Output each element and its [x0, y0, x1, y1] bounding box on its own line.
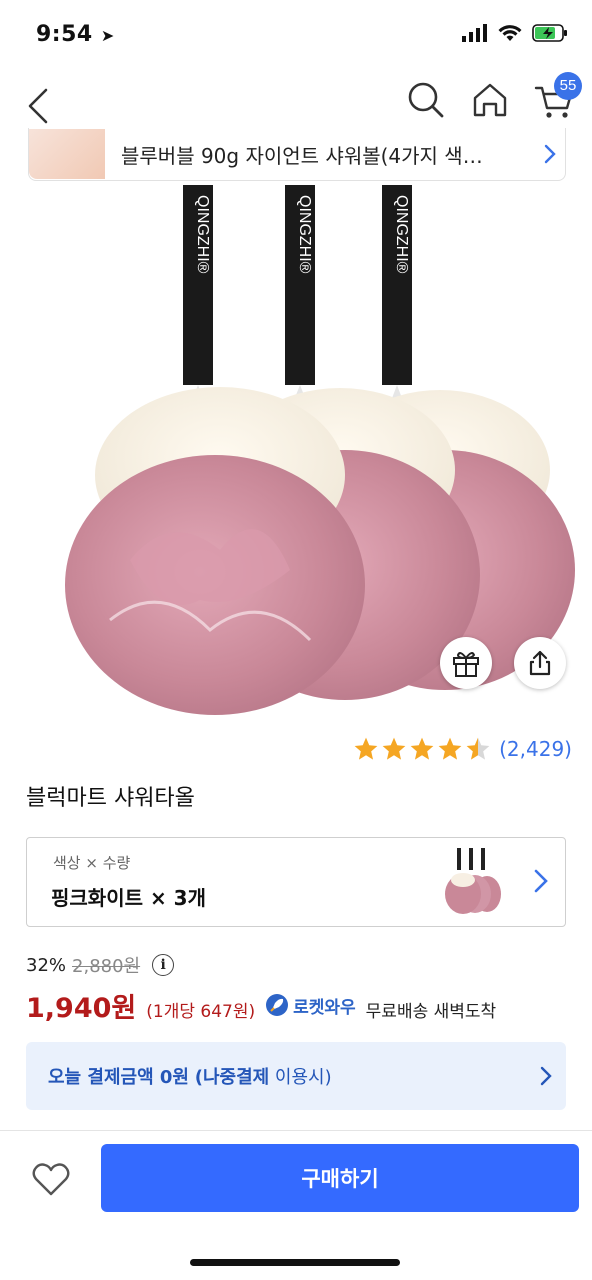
home-button[interactable] — [470, 80, 510, 124]
rocket-wow-label: 로켓와우 — [293, 997, 356, 1018]
status-time-text: 9:54 — [36, 22, 93, 47]
sale-price: 1,940원 — [26, 993, 137, 1024]
discount-row: 32% 2,880원 i — [26, 952, 175, 978]
option-value: 핑크화이트 × 3개 — [51, 886, 206, 910]
pay-later-method: (나중결제 — [194, 1067, 270, 1088]
product-image[interactable]: QINGZHI® QINGZHI® QINGZHI® — [20, 180, 580, 720]
star-icon — [438, 737, 462, 760]
strap-text-3: QINGZHI® — [393, 195, 410, 274]
pay-later-arrow — [526, 1065, 566, 1087]
rocket-icon — [266, 994, 289, 1016]
unit-price: (1개당 647원) — [146, 1002, 256, 1022]
delivery-info: 무료배송 새벽도착 — [365, 1002, 497, 1022]
buy-button[interactable]: 구매하기 — [101, 1144, 579, 1212]
product-title: 블럭마트 샤워타올 — [26, 786, 195, 811]
chevron-right-icon — [534, 869, 548, 893]
pay-later-amount: 오늘 결제금액 0원 — [48, 1067, 189, 1088]
signal-icon — [462, 24, 487, 42]
search-button[interactable] — [406, 80, 446, 124]
chevron-right-icon — [540, 1066, 552, 1086]
wishlist-button[interactable] — [30, 1158, 72, 1200]
chevron-left-icon — [28, 88, 48, 124]
product-rating[interactable]: (2,429) — [353, 736, 572, 762]
pay-later-text: 오늘 결제금액 0원 (나중결제 이용시) — [48, 1063, 526, 1089]
home-indicator — [190, 1259, 400, 1266]
option-thumbnail — [445, 848, 501, 914]
share-icon — [529, 650, 551, 676]
back-button[interactable] — [24, 86, 64, 126]
discount-rate: 32% — [26, 954, 67, 976]
pay-later-suffix: 이용시) — [274, 1067, 332, 1088]
price-row: 1,940원 (1개당 647원) 로켓와우 무료배송 새벽도착 — [26, 986, 496, 1025]
gift-icon — [453, 652, 479, 677]
bottom-divider — [0, 1130, 592, 1131]
gift-button[interactable] — [440, 637, 492, 689]
cart-button[interactable]: 55 — [534, 72, 582, 124]
status-indicators — [462, 24, 568, 42]
nav-actions: 55 — [406, 72, 582, 124]
cart-count-badge: 55 — [554, 72, 582, 100]
star-icon — [410, 737, 434, 760]
wifi-icon — [498, 25, 522, 41]
share-button[interactable] — [514, 637, 566, 689]
strap-text-1: QINGZHI® — [194, 195, 211, 274]
star-icon — [466, 737, 490, 760]
recent-product-thumbnail — [29, 129, 105, 179]
search-icon — [408, 82, 444, 118]
status-time: 9:54 ➤ — [36, 22, 115, 47]
chevron-right-icon — [544, 144, 556, 164]
rating-stars — [353, 736, 491, 762]
pay-later-banner[interactable]: 오늘 결제금액 0원 (나중결제 이용시) — [26, 1042, 566, 1110]
location-arrow-icon: ➤ — [100, 26, 115, 45]
review-count[interactable]: (2,429) — [499, 737, 572, 761]
option-selector[interactable]: 색상 × 수량 핑크화이트 × 3개 — [26, 837, 566, 927]
recent-product-title: 블루버블 90g 자이언트 샤워볼(4가지 색… — [121, 143, 483, 168]
battery-charging-icon — [532, 24, 567, 42]
star-icon — [382, 737, 406, 760]
info-icon[interactable]: i — [152, 954, 175, 976]
heart-icon — [32, 1163, 70, 1196]
home-icon — [473, 83, 507, 117]
original-price: 2,880원 — [72, 956, 141, 977]
rocket-wow-badge: 로켓와우 — [265, 993, 356, 1018]
recent-product-strip[interactable]: 블루버블 90g 자이언트 샤워볼(4가지 색… — [28, 128, 566, 181]
option-label: 색상 × 수량 — [53, 854, 131, 872]
star-icon — [354, 737, 378, 760]
strap-text-2: QINGZHI® — [296, 195, 313, 274]
puff-1: QINGZHI® — [65, 185, 365, 715]
recent-product-arrow — [535, 143, 565, 165]
option-arrow — [533, 868, 549, 898]
